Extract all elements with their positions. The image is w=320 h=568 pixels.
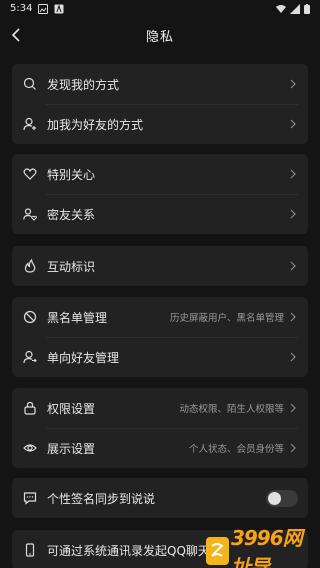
row-interaction-mark[interactable]: 互动标识 <box>12 246 308 286</box>
image-notification-icon <box>38 3 49 14</box>
row-blacklist[interactable]: 黑名单管理 历史屏蔽用户、黑名单管理 <box>12 297 308 337</box>
heart-icon <box>22 166 38 182</box>
row-value: 动态权限、陌生人权限等 <box>179 404 284 415</box>
app-notification-icon <box>54 3 64 13</box>
eye-icon <box>22 440 38 456</box>
search-icon <box>22 76 38 92</box>
back-button[interactable] <box>6 25 26 45</box>
add-user-icon <box>22 116 38 132</box>
toggle-knob <box>268 491 281 505</box>
phone-icon <box>22 542 38 558</box>
row-label: 黑名单管理 <box>47 310 108 325</box>
status-time: 5:34 <box>10 3 33 14</box>
chevron-right-icon <box>288 118 298 130</box>
close-friends-icon <box>22 206 38 222</box>
chevron-right-icon <box>288 311 298 323</box>
signature-sync-toggle[interactable] <box>266 489 298 507</box>
status-bar: 5:34 <box>0 0 320 17</box>
signature-sync-card: 个性签名同步到说说 <box>12 478 308 518</box>
row-add-friend-method[interactable]: 加我为好友的方式 <box>12 104 308 144</box>
permissions-card: 权限设置 动态权限、陌生人权限等 展示设置 个人状态、会员身份等 <box>12 388 308 468</box>
flame-icon <box>22 258 38 274</box>
blocking-card: 黑名单管理 历史屏蔽用户、黑名单管理 单向好友管理 <box>12 297 308 377</box>
chevron-right-icon <box>288 442 298 454</box>
row-signature-sync: 个性签名同步到说说 <box>12 478 308 518</box>
row-label: 互动标识 <box>47 259 96 274</box>
chevron-right-icon <box>288 351 298 363</box>
lock-icon <box>22 400 38 416</box>
chevron-right-icon <box>288 260 298 272</box>
watermark: 3996网址导 <box>206 526 320 568</box>
row-label: 单向好友管理 <box>47 350 120 365</box>
interaction-card: 互动标识 <box>12 246 308 286</box>
row-close-friends[interactable]: 密友关系 <box>12 194 308 234</box>
one-way-friend-icon <box>22 349 38 365</box>
row-label: 特别关心 <box>47 167 96 182</box>
row-one-way-friends[interactable]: 单向好友管理 <box>12 337 308 377</box>
row-value: 个人状态、会员身份等 <box>188 444 284 455</box>
discovery-card: 发现我的方式 加我为好友的方式 <box>12 64 308 144</box>
watermark-text: 3996网址导 <box>230 525 303 568</box>
chevron-right-icon <box>288 208 298 220</box>
message-icon <box>22 490 38 506</box>
block-icon <box>22 309 38 325</box>
page-title: 隐私 <box>145 29 174 45</box>
wifi-icon <box>276 4 286 13</box>
relationship-card: 特别关心 密友关系 <box>12 154 308 234</box>
row-label: 个性签名同步到说说 <box>47 491 156 506</box>
signal-icon <box>290 3 300 14</box>
header: 隐私 <box>0 17 320 53</box>
row-find-me[interactable]: 发现我的方式 <box>12 64 308 104</box>
row-permission-settings[interactable]: 权限设置 动态权限、陌生人权限等 <box>12 388 308 428</box>
watermark-logo-icon <box>206 536 229 565</box>
battery-icon <box>304 3 310 14</box>
row-special-care[interactable]: 特别关心 <box>12 154 308 194</box>
back-arrow-icon <box>11 28 20 42</box>
chevron-right-icon <box>288 78 298 90</box>
row-label: 发现我的方式 <box>47 77 120 92</box>
row-label: 展示设置 <box>47 441 96 456</box>
chevron-right-icon <box>288 402 298 414</box>
row-label: 加我为好友的方式 <box>47 117 144 132</box>
row-value: 历史屏蔽用户、黑名单管理 <box>169 313 284 324</box>
row-display-settings[interactable]: 展示设置 个人状态、会员身份等 <box>12 428 308 468</box>
row-label: 可通过系统通讯录发起QQ聊天 <box>47 543 210 558</box>
row-label: 权限设置 <box>47 401 96 416</box>
row-label: 密友关系 <box>47 207 96 222</box>
chevron-right-icon <box>288 168 298 180</box>
